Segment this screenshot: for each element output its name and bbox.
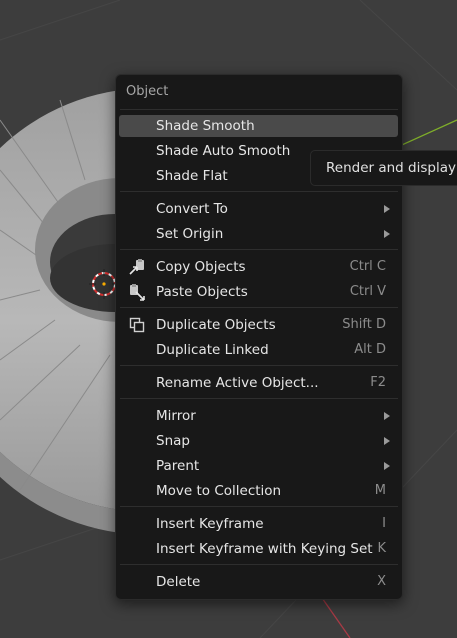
menu-item-label: Set Origin bbox=[156, 226, 224, 242]
copy-objects-icon bbox=[129, 259, 144, 275]
menu-separator bbox=[120, 398, 398, 399]
menu-item-duplicate-linked[interactable]: Duplicate Linked Alt D bbox=[119, 339, 398, 361]
menu-item-snap[interactable]: Snap bbox=[119, 430, 398, 452]
menu-separator bbox=[120, 249, 398, 250]
menu-item-label: Snap bbox=[156, 433, 190, 449]
menu-separator bbox=[120, 365, 398, 366]
menu-item-move-to-collection[interactable]: Move to Collection M bbox=[119, 480, 398, 502]
menu-item-set-origin[interactable]: Set Origin bbox=[119, 223, 398, 245]
menu-item-label: Shade Auto Smooth bbox=[156, 143, 291, 159]
shortcut-label: Shift D bbox=[342, 317, 386, 332]
menu-item-label: Parent bbox=[156, 458, 200, 474]
duplicate-icon bbox=[129, 317, 145, 333]
shortcut-label: Ctrl C bbox=[349, 259, 386, 274]
menu-item-label: Paste Objects bbox=[156, 284, 248, 300]
menu-item-delete[interactable]: Delete X bbox=[119, 571, 398, 593]
menu-item-paste-objects[interactable]: Paste Objects Ctrl V bbox=[119, 281, 398, 303]
menu-item-label: Insert Keyframe with Keying Set bbox=[156, 541, 373, 557]
tooltip: Render and display f bbox=[310, 150, 457, 186]
menu-item-label: Rename Active Object... bbox=[156, 375, 319, 391]
menu-item-insert-keyframe[interactable]: Insert Keyframe I bbox=[119, 513, 398, 535]
shortcut-label: Alt D bbox=[354, 342, 386, 357]
menu-separator bbox=[120, 109, 398, 110]
submenu-arrow-icon bbox=[384, 205, 390, 213]
menu-item-label: Convert To bbox=[156, 201, 228, 217]
menu-item-label: Duplicate Objects bbox=[156, 317, 276, 333]
menu-item-insert-keyframe-with-keying-set[interactable]: Insert Keyframe with Keying Set K bbox=[119, 538, 398, 560]
menu-item-label: Shade Smooth bbox=[156, 118, 255, 134]
shortcut-label: F2 bbox=[370, 375, 386, 390]
menu-item-label: Delete bbox=[156, 574, 201, 590]
shortcut-label: M bbox=[374, 483, 386, 498]
menu-title: Object bbox=[126, 84, 169, 99]
menu-item-label: Mirror bbox=[156, 408, 196, 424]
menu-item-label: Copy Objects bbox=[156, 259, 246, 275]
menu-item-label: Shade Flat bbox=[156, 168, 228, 184]
submenu-arrow-icon bbox=[384, 462, 390, 470]
tooltip-text: Render and display f bbox=[326, 160, 457, 176]
menu-item-copy-objects[interactable]: Copy Objects Ctrl C bbox=[119, 256, 398, 278]
menu-item-shade-smooth[interactable]: Shade Smooth bbox=[119, 115, 398, 137]
paste-objects-icon bbox=[130, 284, 145, 301]
menu-item-label: Insert Keyframe bbox=[156, 516, 264, 532]
menu-item-duplicate-objects[interactable]: Duplicate Objects Shift D bbox=[119, 314, 398, 336]
shortcut-label: X bbox=[377, 574, 386, 589]
menu-item-label: Duplicate Linked bbox=[156, 342, 269, 358]
menu-item-mirror[interactable]: Mirror bbox=[119, 405, 398, 427]
menu-separator bbox=[120, 506, 398, 507]
shortcut-label: K bbox=[377, 541, 386, 556]
menu-item-label: Move to Collection bbox=[156, 483, 282, 499]
shortcut-label: I bbox=[382, 516, 386, 531]
shortcut-label: Ctrl V bbox=[349, 284, 386, 299]
menu-item-convert-to[interactable]: Convert To bbox=[119, 198, 398, 220]
menu-item-parent[interactable]: Parent bbox=[119, 455, 398, 477]
submenu-arrow-icon bbox=[384, 437, 390, 445]
submenu-arrow-icon bbox=[384, 412, 390, 420]
menu-separator bbox=[120, 307, 398, 308]
submenu-arrow-icon bbox=[384, 230, 390, 238]
menu-item-rename-active-object[interactable]: Rename Active Object... F2 bbox=[119, 372, 398, 394]
menu-separator bbox=[120, 564, 398, 565]
menu-separator bbox=[120, 191, 398, 192]
